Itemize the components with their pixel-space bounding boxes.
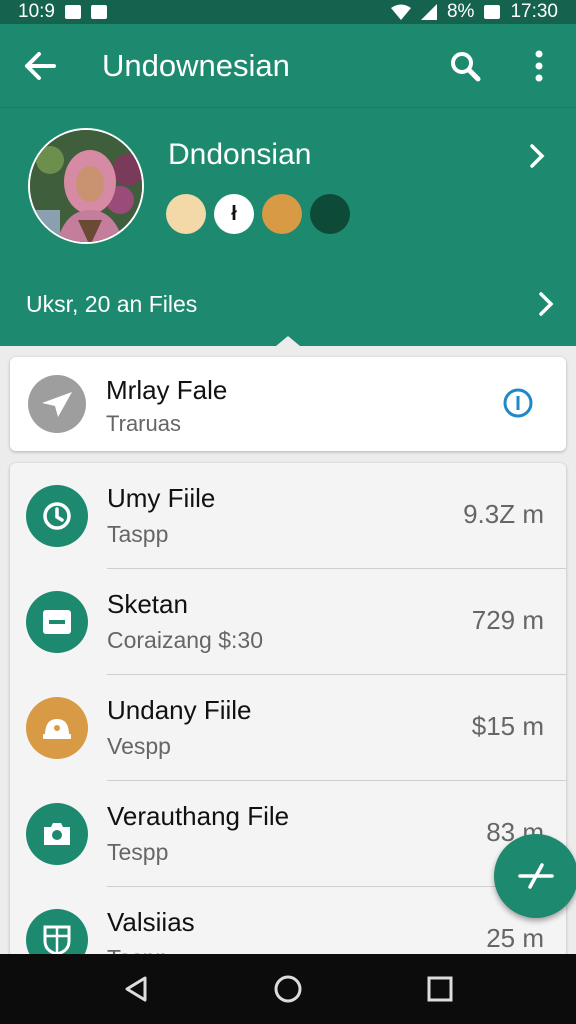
- files-summary-label: Uksr, 20 an Files: [26, 290, 198, 317]
- profile-name: Dndonsian: [168, 138, 312, 171]
- clock-icon: [43, 502, 71, 530]
- featured-file-title: Mrlay Fale: [106, 375, 228, 405]
- file-name: Sketan: [107, 589, 188, 619]
- files-summary-row[interactable]: Uksr, 20 an Files: [0, 274, 576, 334]
- file-subtitle: Taspp: [107, 521, 169, 547]
- more-options-button[interactable]: [502, 24, 576, 108]
- status-time-right: 17:30: [510, 1, 558, 22]
- edit-fab[interactable]: [494, 834, 576, 918]
- file-icon-bg: [26, 485, 88, 547]
- profile-open-button[interactable]: [528, 142, 546, 175]
- pointer-notch: [276, 336, 300, 346]
- app-title: Undownesian: [102, 47, 290, 83]
- nav-home-button[interactable]: [258, 959, 318, 1019]
- avatar-photo: [30, 130, 142, 242]
- profile-header: Dndonsian ł Uksr, 20 an Files: [0, 108, 576, 346]
- file-name: Umy Fiile: [107, 483, 216, 513]
- color-dot[interactable]: [166, 194, 206, 234]
- dome-icon: [43, 719, 71, 739]
- featured-file-subtitle: Traruas: [106, 411, 181, 436]
- file-name: Undany Fiile: [107, 695, 252, 725]
- file-name: Valsiias: [107, 907, 195, 937]
- battery-icon: [484, 5, 501, 19]
- file-subtitle: Vespp: [107, 733, 171, 759]
- more-vert-icon: [535, 50, 543, 81]
- chevron-right-icon: [530, 144, 545, 168]
- color-dot[interactable]: ł: [214, 194, 254, 234]
- nav-back-button[interactable]: [106, 959, 166, 1019]
- nav-recents-button[interactable]: [410, 959, 470, 1019]
- back-button[interactable]: [0, 24, 80, 108]
- file-name: Verauthang File: [107, 801, 290, 831]
- file-size: 25 m: [486, 923, 544, 953]
- info-button[interactable]: [502, 387, 534, 424]
- nav-back-icon: [125, 976, 147, 1002]
- file-subtitle: Coraizang $:30: [107, 627, 263, 653]
- search-icon: [451, 51, 481, 81]
- list-item[interactable]: Verauthang File Tespp 83 m: [10, 781, 566, 887]
- list-item[interactable]: Sketan Coraizang $:30 729 m: [10, 569, 566, 675]
- avatar[interactable]: [28, 128, 144, 244]
- color-dot[interactable]: [310, 194, 350, 234]
- file-size: 729 m: [471, 605, 544, 635]
- arrow-back-icon: [25, 51, 56, 80]
- status-bar: 10:9 8% 17:30: [0, 0, 576, 24]
- search-button[interactable]: [428, 24, 502, 108]
- minus-box-icon: [43, 610, 71, 634]
- nav-home-icon: [274, 975, 302, 1003]
- system-nav-bar: [0, 954, 576, 1024]
- color-dots: ł: [166, 194, 350, 234]
- color-dot[interactable]: [262, 194, 302, 234]
- file-list: Umy Fiile Taspp 9.3Z m Sketan Coraizang …: [10, 463, 566, 963]
- file-icon-bg: [26, 591, 88, 653]
- file-size: 9.3Z m: [463, 499, 544, 529]
- wifi-icon: [390, 4, 411, 20]
- file-icon-bg: [26, 697, 88, 759]
- list-item[interactable]: Undany Fiile Vespp $15 m: [10, 675, 566, 781]
- chevron-right-icon: [539, 292, 554, 316]
- list-item[interactable]: Umy Fiile Taspp 9.3Z m: [10, 463, 566, 569]
- signal-icon: [420, 4, 437, 20]
- shield-icon: [43, 925, 71, 956]
- status-time-left: 10:9: [18, 1, 55, 22]
- send-icon: [42, 392, 72, 417]
- edit-icon: [518, 863, 554, 889]
- notification-icon: [90, 5, 107, 19]
- battery-percent: 8%: [446, 1, 475, 22]
- file-size: $15 m: [471, 711, 544, 741]
- file-subtitle: Tespp: [107, 839, 169, 865]
- file-icon-bg: [26, 803, 88, 865]
- camera-icon: [44, 823, 70, 845]
- featured-file-icon: [28, 375, 86, 433]
- list-item[interactable]: Valsiias Taspp 25 m: [10, 887, 566, 963]
- notification-icon: [64, 5, 81, 19]
- featured-file-card[interactable]: Mrlay Fale Traruas: [10, 357, 566, 451]
- nav-recents-icon: [427, 976, 453, 1002]
- info-icon: [503, 388, 533, 418]
- app-bar: Undownesian: [0, 24, 576, 108]
